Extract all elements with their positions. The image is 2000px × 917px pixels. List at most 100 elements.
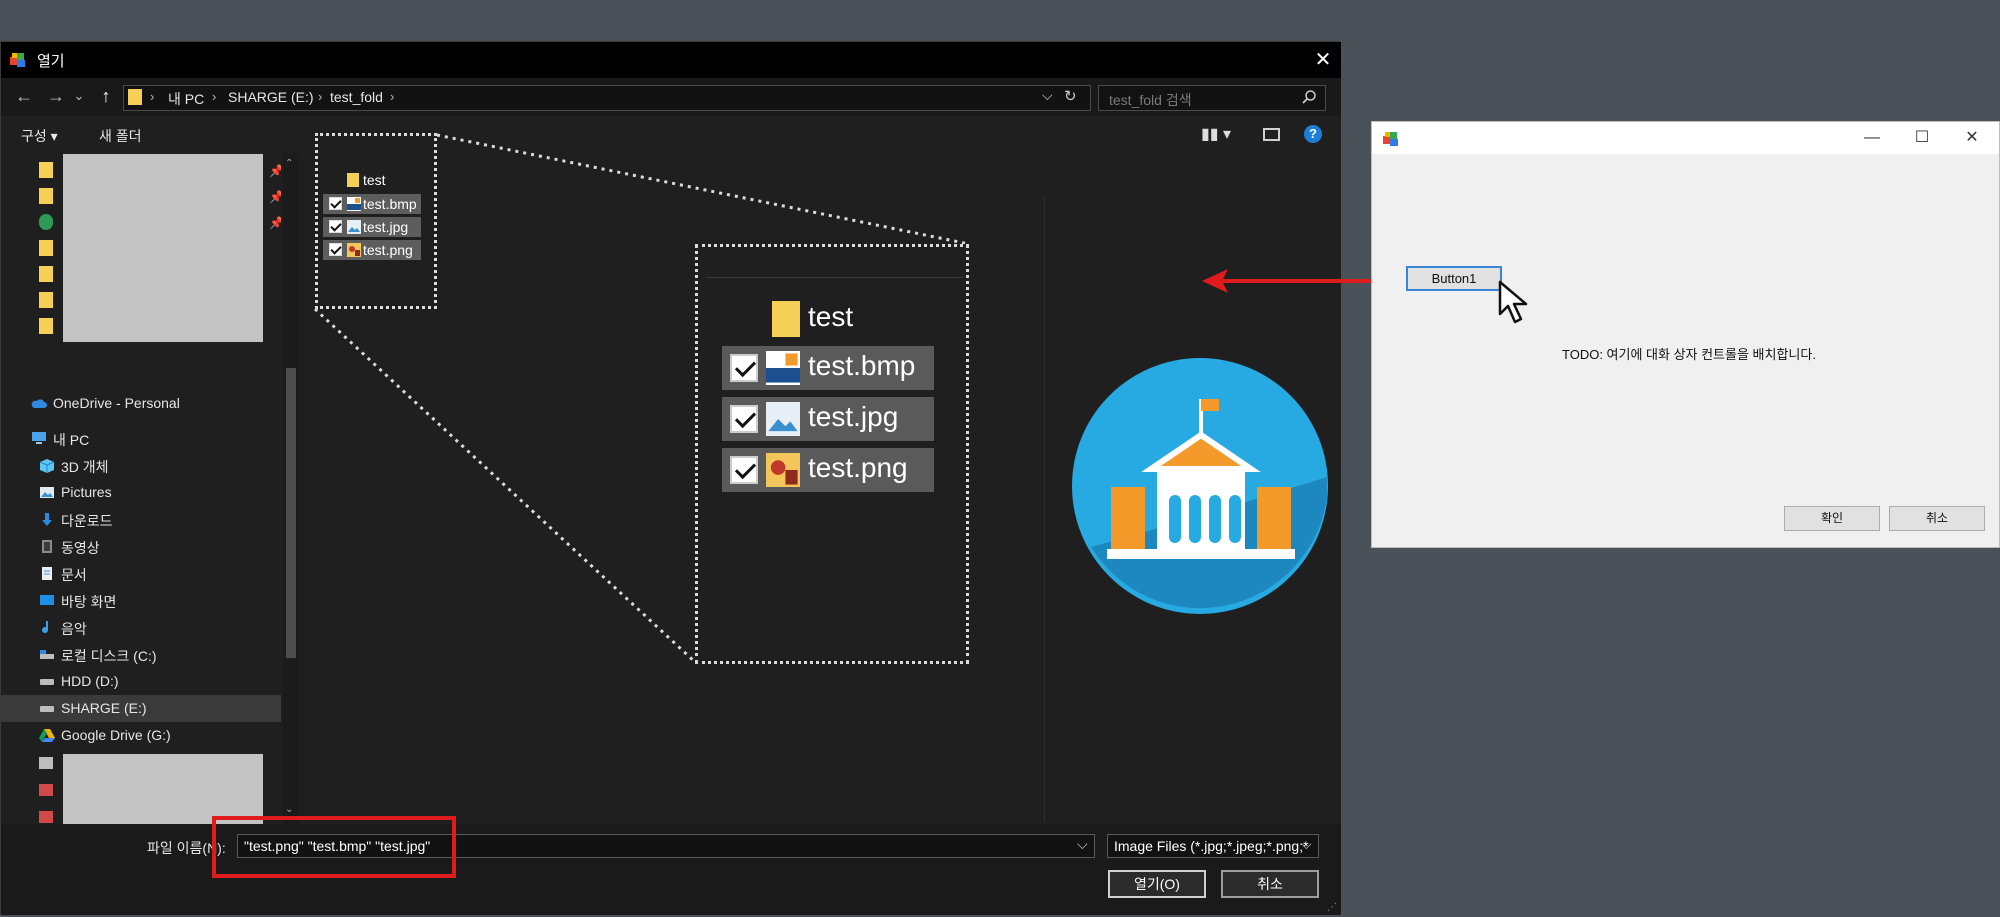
breadcrumb-folder[interactable]: test_fold — [330, 89, 383, 105]
navigation-scrollbar[interactable]: ⌃ ⌄ — [283, 154, 299, 824]
checkbox — [730, 354, 758, 382]
cloud-icon — [31, 399, 47, 408]
sidebar-item-label: HDD (D:) — [61, 673, 119, 689]
computer-icon — [32, 432, 46, 444]
breadcrumb-separator[interactable]: › — [150, 89, 154, 104]
checkbox — [730, 456, 758, 484]
sidebar-item-onedrive[interactable]: OneDrive - Personal — [1, 390, 281, 417]
help-icon[interactable]: ? — [1304, 125, 1322, 143]
folder-icon[interactable] — [39, 266, 53, 282]
new-folder-button[interactable]: 새 폴더 — [99, 126, 142, 146]
forward-arrow-icon[interactable]: → — [45, 86, 67, 107]
ok-button[interactable]: 확인 — [1784, 506, 1880, 531]
file-name: test.png — [808, 452, 908, 483]
app-icon — [1383, 132, 1398, 146]
search-box[interactable]: test_fold 검색 — [1098, 85, 1326, 111]
drive-icon[interactable] — [39, 784, 53, 796]
todo-text: TODO: 여기에 대화 상자 컨트롤을 배치합니다. — [1562, 347, 1816, 362]
drive-icon[interactable] — [39, 811, 53, 823]
sidebar-item-label: 문서 — [61, 567, 87, 583]
sidebar-item-label: 동영상 — [61, 540, 100, 556]
breadcrumb-separator[interactable]: › — [212, 89, 216, 104]
pin-icon[interactable]: 📌 — [269, 190, 281, 204]
drive-icon[interactable] — [39, 757, 53, 769]
app-icon — [10, 53, 25, 67]
desktop-icon — [40, 595, 54, 605]
chevron-down-icon[interactable]: ⌵ — [1042, 87, 1053, 104]
sidebar-item-music[interactable]: 음악 — [1, 614, 281, 641]
recent-locations-icon[interactable]: ⌄ — [73, 88, 85, 104]
back-arrow-icon[interactable]: ← — [13, 86, 35, 107]
sample-dialog-window: — ☐ ✕ Button1 TODO: 여기에 대화 상자 컨트롤을 배치합니다… — [1371, 121, 2000, 548]
sidebar-item-google-drive[interactable]: Google Drive (G:) — [1, 722, 281, 749]
sidebar-item-label: SHARGE (E:) — [61, 700, 147, 716]
sidebar-item-label: OneDrive - Personal — [53, 395, 180, 411]
zoomed-file-item-bmp: test.bmp — [722, 346, 934, 390]
maximize-icon[interactable]: ☐ — [1902, 126, 1942, 150]
sidebar-item-desktop[interactable]: 바탕 화면 — [1, 587, 281, 614]
filetype-select[interactable]: Image Files (*.jpg;*.jpeg;*.png;* — [1107, 834, 1319, 858]
chevron-down-icon[interactable]: ⌵ — [1301, 836, 1312, 853]
sidebar-item-label: Pictures — [61, 484, 112, 500]
pin-icon[interactable]: 📌 — [269, 164, 281, 178]
dialog-title: 열기 — [37, 53, 65, 70]
sidebar-item-drive-c[interactable]: 로컬 디스크 (C:) — [1, 641, 281, 668]
refresh-icon[interactable]: ↻ — [1064, 87, 1077, 105]
divider — [706, 277, 964, 278]
sidebar-item-label: 내 PC — [53, 432, 90, 448]
resize-grip-icon[interactable]: ⋰ — [1327, 902, 1337, 913]
folder-icon[interactable] — [39, 188, 53, 204]
navigation-pane: 📌 📌 📌 OneDrive - Personal 내 PC 3D 개체 Pic… — [1, 154, 281, 824]
annotation-arrow — [1202, 269, 1396, 293]
breadcrumb-this-pc[interactable]: 내 PC — [168, 89, 204, 109]
open-button[interactable]: 열기(O) — [1108, 870, 1206, 898]
search-placeholder[interactable]: test_fold 검색 — [1109, 90, 1192, 110]
dialog-bottom-bar: 파일 이름(N): "test.png" "test.bmp" "test.jp… — [1, 824, 1341, 915]
breadcrumb-separator[interactable]: › — [318, 89, 322, 104]
google-drive-icon[interactable] — [39, 214, 53, 230]
sidebar-item-downloads[interactable]: 다운로드 — [1, 506, 281, 533]
chevron-up-icon[interactable]: ⌃ — [285, 158, 293, 169]
drive-icon — [40, 706, 54, 712]
breadcrumb-separator[interactable]: › — [390, 89, 394, 104]
folder-icon[interactable] — [39, 318, 53, 334]
folder-icon[interactable] — [39, 240, 53, 256]
organize-button[interactable]: 구성 ▾ — [21, 126, 58, 146]
close-icon[interactable]: ✕ — [1952, 126, 1992, 150]
chevron-down-icon[interactable]: ⌵ — [1077, 836, 1088, 853]
search-icon[interactable] — [1301, 89, 1317, 105]
view-options-icon[interactable]: ▮▮ ▾ — [1201, 124, 1231, 144]
minimize-icon[interactable]: — — [1852, 126, 1892, 150]
sidebar-item-3d-objects[interactable]: 3D 개체 — [1, 452, 281, 479]
button1[interactable]: Button1 — [1406, 266, 1502, 291]
scrollbar-thumb[interactable] — [286, 368, 296, 658]
folder-icon[interactable] — [39, 162, 53, 178]
folder-icon — [772, 301, 800, 337]
sidebar-item-pictures[interactable]: Pictures — [1, 479, 281, 506]
document-icon — [42, 567, 52, 580]
png-file-icon — [766, 453, 800, 487]
sidebar-item-videos[interactable]: 동영상 — [1, 533, 281, 560]
close-icon[interactable]: ✕ — [1309, 46, 1337, 74]
drive-icon — [40, 679, 54, 685]
sidebar-item-documents[interactable]: 문서 — [1, 560, 281, 587]
open-file-dialog: 열기 ✕ ← → ⌄ ↑ › 내 PC › SHARGE (E:) › test… — [0, 41, 1341, 915]
command-toolbar: 구성 ▾ 새 폴더 ▮▮ ▾ ? — [1, 116, 1341, 154]
folder-icon[interactable] — [39, 292, 53, 308]
sidebar-item-drive-e[interactable]: SHARGE (E:) — [1, 695, 281, 722]
download-icon — [42, 513, 52, 526]
sidebar-item-label: 바탕 화면 — [61, 594, 117, 610]
preview-pane-icon[interactable] — [1263, 128, 1280, 141]
annotation-highlight-box — [212, 816, 456, 878]
cancel-button[interactable]: 취소 — [1889, 506, 1985, 531]
chevron-down-icon[interactable]: ⌄ — [285, 804, 293, 815]
sidebar-item-this-pc[interactable]: 내 PC — [1, 425, 281, 452]
up-arrow-icon[interactable]: ↑ — [95, 86, 117, 107]
cancel-button[interactable]: 취소 — [1221, 870, 1319, 898]
pin-icon[interactable]: 📌 — [269, 216, 281, 230]
bmp-file-icon — [766, 351, 800, 385]
address-bar[interactable]: › 내 PC › SHARGE (E:) › test_fold › ⌵ ↻ — [123, 85, 1091, 111]
sidebar-item-drive-d[interactable]: HDD (D:) — [1, 668, 281, 695]
breadcrumb-drive[interactable]: SHARGE (E:) — [228, 89, 314, 105]
sidebar-item-label: 3D 개체 — [61, 459, 109, 475]
